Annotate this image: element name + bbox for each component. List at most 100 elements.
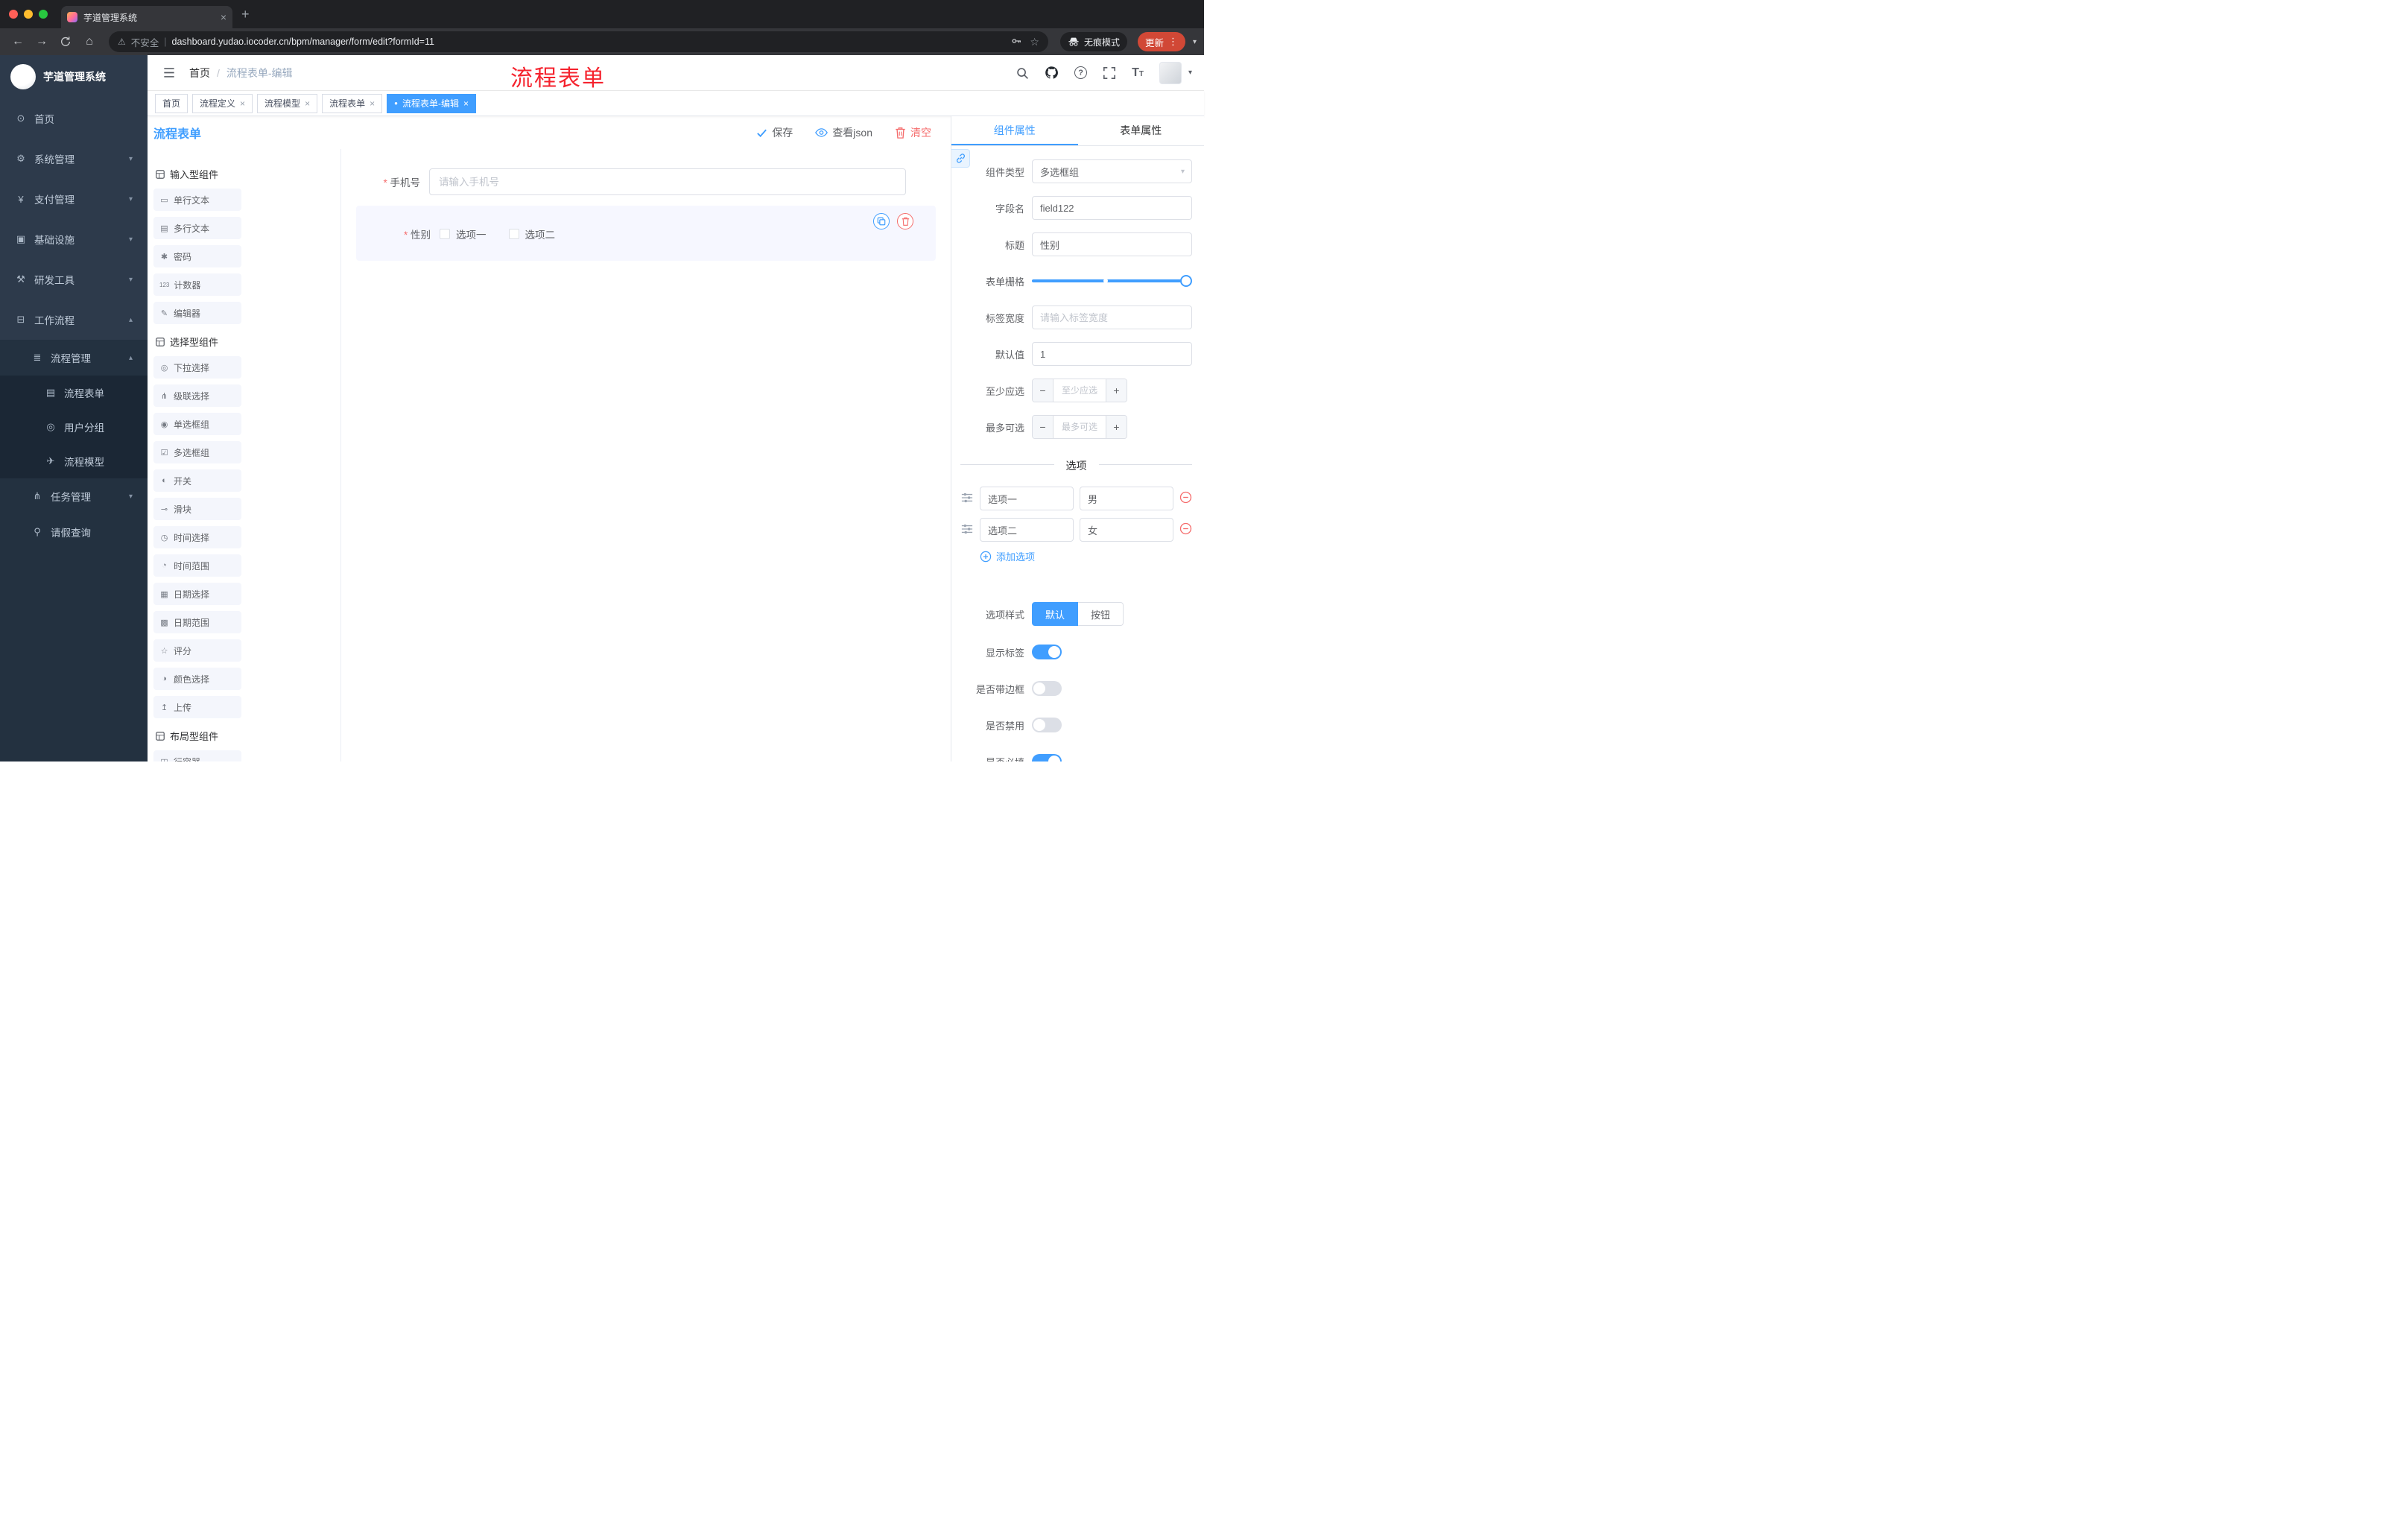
remove-option-icon[interactable] [1179, 522, 1192, 537]
palette-item-cascader[interactable]: ⋔ 级联选择 [153, 384, 241, 407]
palette-item-select[interactable]: ◎ 下拉选择 [153, 356, 241, 379]
sidebar-item-user-group[interactable]: ◎ 用户分组 [0, 410, 148, 444]
drag-handle-icon[interactable] [960, 523, 974, 537]
close-icon[interactable]: × [305, 98, 310, 109]
palette-item-slider[interactable]: ⊸ 滑块 [153, 498, 241, 520]
label-width-input[interactable] [1032, 305, 1192, 329]
tab-form-props[interactable]: 表单属性 [1078, 116, 1205, 145]
window-minimize-button[interactable] [24, 10, 33, 19]
palette-item-editor[interactable]: ✎ 编辑器 [153, 302, 241, 324]
close-icon[interactable]: × [463, 98, 469, 109]
search-icon[interactable] [1016, 66, 1029, 80]
palette-item-counter[interactable]: 123 计数器 [153, 273, 241, 296]
palette-item-checkbox-group[interactable]: ☑ 多选框组 [153, 441, 241, 463]
palette-item-radio-group[interactable]: ◉ 单选框组 [153, 413, 241, 435]
component-type-select[interactable]: 多选框组 ▾ [1032, 159, 1192, 183]
password-key-icon[interactable] [1010, 35, 1022, 49]
sidebar-item-system-mgmt[interactable]: ⚙ 系统管理 ▾ [0, 139, 148, 179]
update-button[interactable]: 更新 ⋮ [1137, 32, 1185, 51]
sidebar-item-process-model[interactable]: ✈ 流程模型 [0, 444, 148, 478]
sidebar-item-leave-query[interactable]: ⚲ 请假查询 [0, 514, 148, 550]
sidebar-item-home[interactable]: ⊙ 首页 [0, 98, 148, 139]
style-button-button[interactable]: 按钮 [1078, 602, 1124, 626]
palette-item-rate[interactable]: ☆ 评分 [153, 639, 241, 662]
sidebar-item-infrastructure[interactable]: ▣ 基础设施 ▾ [0, 219, 148, 259]
option-2-label-input[interactable] [980, 518, 1074, 542]
max-select-input[interactable] [1054, 416, 1106, 438]
form-grid-slider[interactable] [1032, 269, 1192, 293]
gender-option-2-checkbox[interactable]: 选项二 [508, 227, 555, 241]
min-select-input[interactable] [1054, 379, 1106, 402]
with-border-toggle[interactable] [1032, 681, 1062, 696]
canvas-field-gender-selected[interactable]: 性别 选项一 选项二 [356, 206, 936, 261]
palette-item-date-range[interactable]: ▩ 日期范围 [153, 611, 241, 633]
sidebar-item-process-form[interactable]: ▤ 流程表单 [0, 376, 148, 410]
palette-item-date-picker[interactable]: ▦ 日期选择 [153, 583, 241, 605]
drag-handle-icon[interactable] [960, 492, 974, 506]
field-name-input[interactable] [1032, 196, 1192, 220]
url-text[interactable]: dashboard.yudao.iocoder.cn/bpm/manager/f… [172, 37, 1006, 47]
home-icon[interactable]: ⌂ [79, 31, 100, 52]
max-select-stepper[interactable]: − + [1032, 415, 1127, 439]
palette-item-row-container[interactable]: ◫行容器 [153, 750, 241, 762]
minus-icon[interactable]: − [1033, 379, 1054, 402]
tab-process-form-edit[interactable]: ● 流程表单-编辑 × [387, 93, 476, 113]
address-bar[interactable]: ⚠ 不安全 | dashboard.yudao.iocoder.cn/bpm/m… [109, 31, 1048, 52]
tab-home[interactable]: 首页 [155, 93, 188, 113]
avatar-caret-icon[interactable]: ▾ [1188, 69, 1192, 77]
palette-item-time-range[interactable]: ◔ 时间范围 [153, 554, 241, 577]
link-button[interactable] [951, 149, 970, 168]
github-icon[interactable] [1045, 66, 1059, 80]
plus-icon[interactable]: + [1106, 416, 1127, 438]
required-toggle[interactable] [1032, 754, 1062, 762]
bookmark-star-icon[interactable]: ☆ [1030, 36, 1039, 48]
sidebar-item-payment-mgmt[interactable]: ¥ 支付管理 ▾ [0, 179, 148, 219]
close-icon[interactable]: × [240, 98, 245, 109]
delete-component-button[interactable] [897, 213, 913, 229]
disabled-toggle[interactable] [1032, 718, 1062, 732]
add-option-button[interactable]: 添加选项 [980, 549, 1192, 563]
view-json-button[interactable]: 查看json [815, 125, 872, 140]
palette-item-multi-line-text[interactable]: ▤ 多行文本 [153, 217, 241, 239]
min-select-stepper[interactable]: − + [1032, 379, 1127, 402]
style-default-button[interactable]: 默认 [1032, 602, 1079, 626]
close-icon[interactable]: × [370, 98, 375, 109]
option-1-label-input[interactable] [980, 487, 1074, 510]
default-value-input[interactable] [1032, 342, 1192, 366]
tab-process-definition[interactable]: 流程定义 × [192, 93, 253, 113]
clear-button[interactable]: 清空 [895, 125, 931, 140]
font-size-icon[interactable]: TT [1132, 66, 1144, 80]
reload-icon[interactable] [55, 31, 76, 52]
help-icon[interactable]: ? [1074, 66, 1088, 79]
sidebar-logo[interactable]: 芋道管理系统 [0, 55, 148, 98]
remove-option-icon[interactable] [1179, 491, 1192, 506]
plus-icon[interactable]: + [1106, 379, 1127, 402]
new-tab-button[interactable]: + [241, 7, 250, 22]
gender-option-1-checkbox[interactable]: 选项一 [440, 227, 487, 241]
fullscreen-icon[interactable] [1103, 66, 1116, 80]
palette-item-switch[interactable]: ◐ 开关 [153, 469, 241, 492]
save-button[interactable]: 保存 [756, 125, 793, 140]
palette-item-single-line-text[interactable]: ▭ 单行文本 [153, 189, 241, 211]
window-zoom-button[interactable] [39, 10, 48, 19]
sidebar-item-workflow[interactable]: ⊟ 工作流程 ▴ [0, 300, 148, 340]
option-1-value-input[interactable] [1080, 487, 1173, 510]
sidebar-item-dev-tools[interactable]: ⚒ 研发工具 ▾ [0, 259, 148, 300]
sidebar-item-task-mgmt[interactable]: ⋔ 任务管理 ▾ [0, 478, 148, 514]
palette-item-password[interactable]: ✱ 密码 [153, 245, 241, 267]
forward-icon[interactable]: → [31, 31, 52, 52]
title-input[interactable] [1032, 232, 1192, 256]
browser-tab[interactable]: 芋道管理系统 × [61, 6, 232, 28]
avatar[interactable] [1159, 61, 1182, 84]
tab-process-model[interactable]: 流程模型 × [257, 93, 318, 113]
slider-track[interactable] [1032, 275, 1192, 287]
option-2-value-input[interactable] [1080, 518, 1173, 542]
sidebar-item-process-mgmt[interactable]: ≣ 流程管理 ▴ [0, 340, 148, 376]
profile-caret-icon[interactable]: ▾ [1193, 38, 1197, 46]
window-close-button[interactable] [9, 10, 18, 19]
tab-component-props[interactable]: 组件属性 [951, 116, 1078, 145]
tab-close-icon[interactable]: × [221, 11, 226, 23]
palette-item-upload[interactable]: ↥ 上传 [153, 696, 241, 718]
copy-component-button[interactable] [873, 213, 890, 229]
palette-item-color-picker[interactable]: ◑ 颜色选择 [153, 668, 241, 690]
